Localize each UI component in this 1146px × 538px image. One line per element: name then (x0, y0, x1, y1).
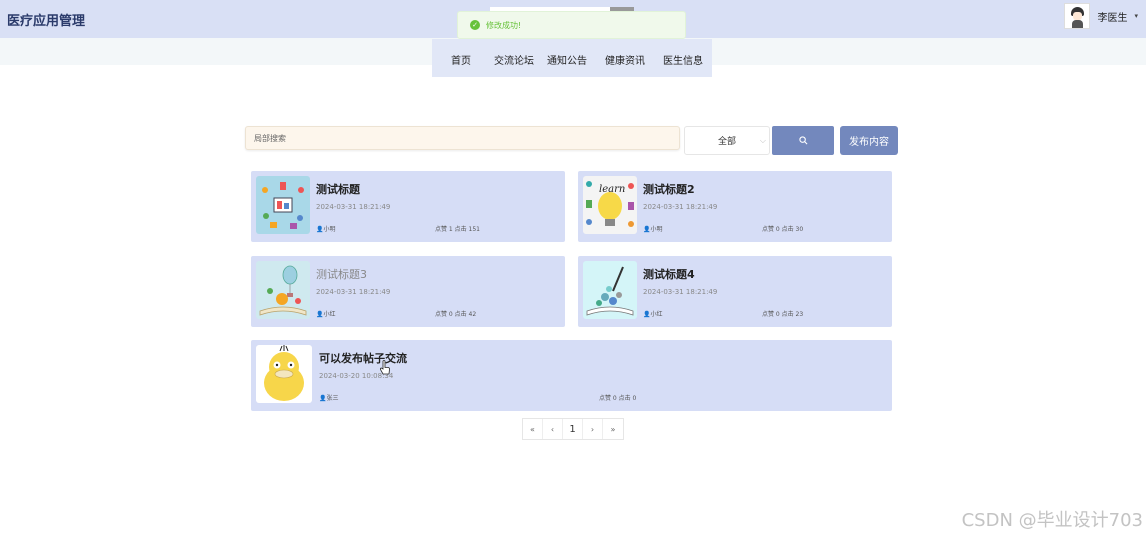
check-circle-icon: ✓ (470, 20, 480, 30)
page-prev-button[interactable]: ‹ (543, 419, 563, 439)
user-menu[interactable]: 李医生 ▾ (1064, 3, 1138, 29)
category-select[interactable]: 全部 ⌵ (684, 126, 770, 155)
nav-item-health-news[interactable]: 健康资讯 (605, 52, 645, 67)
post-stats: 点赞 0 点击 23 (762, 311, 804, 318)
chevron-down-icon: ⌵ (759, 136, 766, 145)
post-stats: 点赞 0 点击 30 (762, 226, 804, 233)
chevron-down-icon[interactable]: ▾ (1134, 12, 1138, 20)
nav-item-doctors[interactable]: 医生信息 (663, 52, 703, 67)
post-author: 👤小明 (316, 226, 336, 233)
nav-item-home[interactable]: 首页 (451, 52, 471, 67)
post-card[interactable]: learn 测试标题2 2024-03-31 18:21:49 👤小明 点赞 0… (578, 171, 892, 242)
post-date: 2024-03-31 18:21:49 (643, 203, 718, 211)
category-select-value: 全部 (717, 137, 736, 147)
avatar[interactable] (1064, 3, 1091, 29)
post-date: 2024-03-31 18:21:49 (643, 288, 718, 296)
post-title[interactable]: 测试标题2 (643, 181, 695, 197)
post-card[interactable]: 测试标题4 2024-03-31 18:21:49 👤小红 点赞 0 点击 23 (578, 256, 892, 327)
nav-item-forum[interactable]: 交流论坛 (494, 52, 534, 67)
page-next-button[interactable]: › (583, 419, 603, 439)
post-title[interactable]: 可以发布帖子交流 (319, 350, 407, 366)
pagination: « ‹ 1 › » (522, 418, 624, 440)
post-title[interactable]: 测试标题4 (643, 266, 695, 282)
yellow-duck-icon (256, 345, 312, 403)
post-card[interactable]: 测试标题 2024-03-31 18:21:49 👤小明 点赞 1 点击 151 (251, 171, 565, 242)
search-button[interactable] (772, 126, 834, 155)
app-title: 医疗应用管理 (7, 14, 86, 29)
medical-illustration-icon (256, 176, 310, 234)
post-author: 👤小明 (643, 226, 663, 233)
search-input[interactable] (245, 126, 680, 150)
main-nav: 首页 交流论坛 通知公告 健康资讯 医生信息 (432, 39, 712, 77)
book-pen-icon (583, 261, 637, 319)
post-stats: 点赞 0 点击 0 (599, 395, 637, 402)
post-author: 👤小红 (316, 311, 336, 318)
page-first-button[interactable]: « (523, 419, 543, 439)
book-balloon-icon (256, 261, 310, 319)
post-author: 👤张三 (319, 395, 339, 402)
nav-item-notices[interactable]: 通知公告 (547, 52, 587, 67)
success-toast: ✓ 修改成功! (457, 11, 686, 39)
toast-message: 修改成功! (486, 20, 522, 30)
page-last-button[interactable]: » (603, 419, 623, 439)
post-stats: 点赞 1 点击 151 (435, 226, 480, 233)
post-title[interactable]: 测试标题 (316, 181, 360, 197)
learn-bulb-icon: learn (583, 176, 637, 234)
page-current[interactable]: 1 (563, 419, 583, 439)
watermark: CSDN @毕业设计703 (961, 510, 1143, 531)
publish-button[interactable]: 发布内容 (840, 126, 898, 155)
post-card[interactable]: 可以发布帖子交流 2024-03-20 10:08:34 👤张三 点赞 0 点击… (251, 340, 892, 411)
post-author: 👤小红 (643, 311, 663, 318)
post-date: 2024-03-31 18:21:49 (316, 288, 391, 296)
post-title[interactable]: 测试标题3 (316, 266, 367, 282)
post-card[interactable]: 测试标题3 2024-03-31 18:21:49 👤小红 点赞 0 点击 42 (251, 256, 565, 327)
user-name[interactable]: 李医生 (1097, 9, 1127, 24)
svg-text:learn: learn (599, 184, 625, 195)
pointer-cursor-icon (379, 360, 390, 375)
post-date: 2024-03-31 18:21:49 (316, 203, 391, 211)
post-stats: 点赞 0 点击 42 (435, 311, 477, 318)
search-icon (798, 136, 807, 145)
